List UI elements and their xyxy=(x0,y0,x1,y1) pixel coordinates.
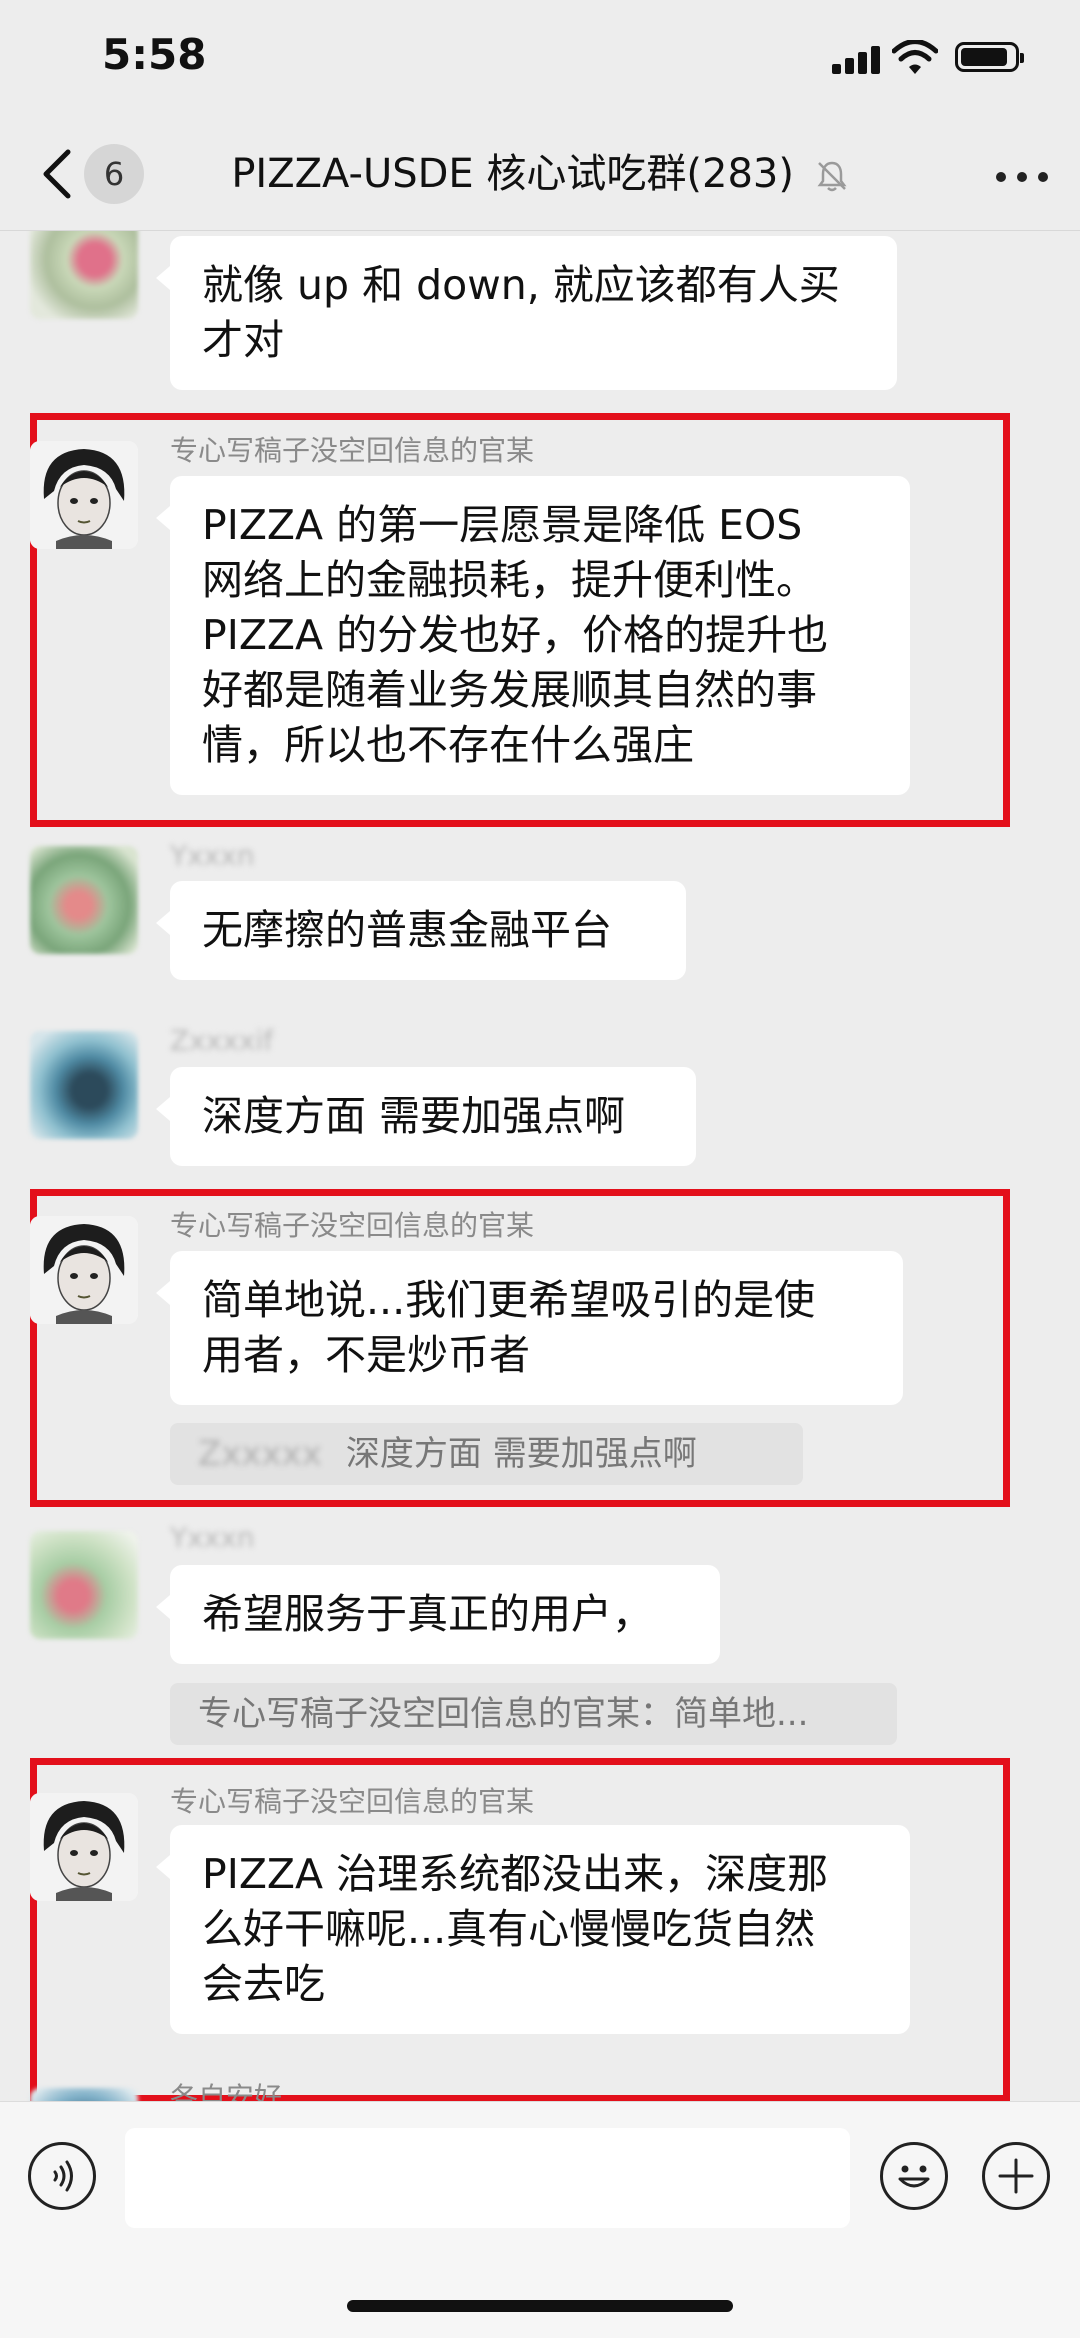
status-time: 5:58 xyxy=(102,30,207,79)
quoted-text: 深度方面 需要加强点啊 xyxy=(345,1434,697,1474)
avatar[interactable] xyxy=(30,1531,138,1639)
message-line: 无摩擦的普惠金融平台 xyxy=(202,906,612,954)
bell-off-icon xyxy=(817,161,847,192)
input-bar xyxy=(0,2101,1080,2338)
message-line: 就像 up 和 down, 就应该都有人买 xyxy=(202,261,840,309)
portrait-icon xyxy=(30,1216,138,1324)
sender-name: Zxxxxif xyxy=(170,1024,274,1057)
message-bubble[interactable]: 希望服务于真正的用户， xyxy=(156,1565,720,1664)
sender-name: Yxxxn xyxy=(170,1521,255,1554)
message-line: 网络上的金融损耗，提升便利性。 xyxy=(202,556,817,604)
avatar[interactable] xyxy=(30,1031,138,1139)
plus-icon[interactable] xyxy=(982,2142,1050,2210)
chat-title-row: PIZZA-USDE 核心试吃群(283) xyxy=(0,144,1080,204)
emoji-icon[interactable] xyxy=(880,2142,948,2210)
quoted-text: 专心写稿子没空回信息的官某：简单地... xyxy=(198,1694,809,1734)
message-line: 深度方面 需要加强点啊 xyxy=(202,1092,626,1140)
quoted-message[interactable]: Zxxxxx 深度方面 需要加强点啊 xyxy=(170,1423,803,1485)
avatar[interactable] xyxy=(30,846,138,954)
voice-icon[interactable] xyxy=(28,2142,96,2210)
more-dots-icon[interactable] xyxy=(996,160,1048,190)
message-line: 才对 xyxy=(202,316,284,364)
avatar[interactable] xyxy=(30,231,138,319)
avatar[interactable] xyxy=(30,1793,138,1901)
sender-name: 专心写稿子没空回信息的官某 xyxy=(170,1209,535,1242)
message-line: 简单地说...我们更希望吸引的是使 xyxy=(202,1276,816,1324)
message-bubble[interactable]: 简单地说...我们更希望吸引的是使 用者，不是炒币者 xyxy=(156,1251,903,1405)
message-line: PIZZA 治理系统都没出来，深度那 xyxy=(202,1850,829,1898)
message-bubble[interactable]: 深度方面 需要加强点啊 xyxy=(156,1067,696,1166)
message-line: 希望服务于真正的用户， xyxy=(202,1590,653,1638)
message-list[interactable]: 就像 up 和 down, 就应该都有人买 才对 专心写稿子没空回信息的官某 P… xyxy=(0,231,1080,2101)
cellular-signal-icon xyxy=(832,44,882,74)
avatar[interactable] xyxy=(30,441,138,549)
sender-name: Yxxxn xyxy=(170,839,255,872)
avatar[interactable] xyxy=(30,2088,138,2101)
sender-name: 各自安好 xyxy=(170,2081,283,2101)
battery-icon xyxy=(955,42,1024,72)
message-line: 好都是随着业务发展顺其自然的事 xyxy=(202,666,817,714)
message-line: 么好干嘛呢...真有心慢慢吃货自然 xyxy=(202,1905,816,1953)
home-indicator[interactable] xyxy=(347,2300,733,2312)
message-line: 会去吃 xyxy=(202,1960,325,2008)
message-input[interactable] xyxy=(125,2128,850,2228)
chat-header: 6 PIZZA-USDE 核心试吃群(283) xyxy=(0,130,1080,231)
message-bubble[interactable]: 无摩擦的普惠金融平台 xyxy=(156,881,686,980)
portrait-icon xyxy=(30,441,138,549)
chat-title[interactable]: PIZZA-USDE 核心试吃群(283) xyxy=(231,151,794,197)
sender-name: 专心写稿子没空回信息的官某 xyxy=(170,434,535,467)
message-bubble[interactable]: 就像 up 和 down, 就应该都有人买 才对 xyxy=(156,236,897,390)
smiley-glyph xyxy=(898,2165,930,2188)
plus-glyph xyxy=(998,2158,1034,2194)
portrait-icon xyxy=(30,1793,138,1901)
message-bubble[interactable]: PIZZA 治理系统都没出来，深度那 么好干嘛呢...真有心慢慢吃货自然 会去吃 xyxy=(156,1825,910,2034)
message-line: 情，所以也不存在什么强庄 xyxy=(202,721,694,769)
sender-name: 专心写稿子没空回信息的官某 xyxy=(170,1785,535,1818)
avatar[interactable] xyxy=(30,1216,138,1324)
message-line: PIZZA 的分发也好，价格的提升也 xyxy=(202,611,829,659)
voice-wave-glyph xyxy=(53,2160,73,2192)
wifi-icon xyxy=(892,40,938,74)
message-bubble[interactable]: PIZZA 的第一层愿景是降低 EOS 网络上的金融损耗，提升便利性。 PIZZ… xyxy=(156,476,910,795)
status-bar: 5:58 xyxy=(0,0,1080,130)
message-line: 用者，不是炒币者 xyxy=(202,1331,530,1379)
message-line: PIZZA 的第一层愿景是降低 EOS xyxy=(202,501,803,549)
quoted-sender: Zxxxxx xyxy=(198,1434,322,1474)
quoted-message[interactable]: 专心写稿子没空回信息的官某：简单地... xyxy=(170,1683,897,1745)
